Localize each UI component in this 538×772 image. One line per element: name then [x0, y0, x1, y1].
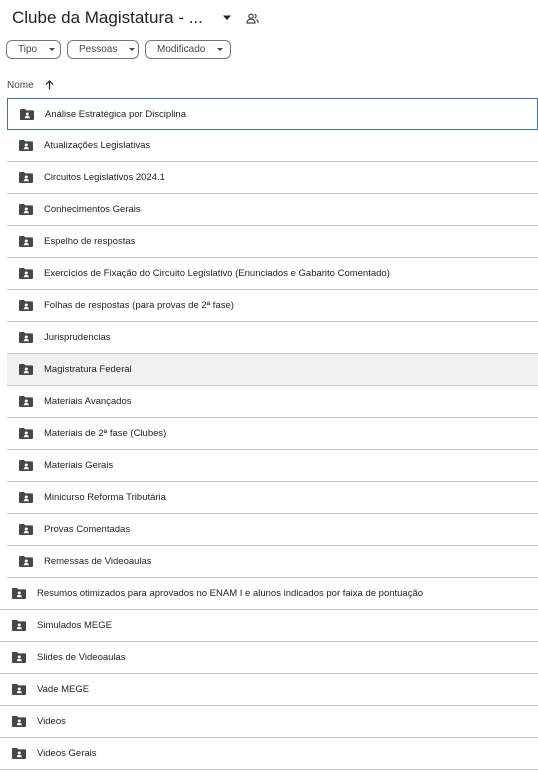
folder-name: Folhas de respostas (para provas de 2ª f…	[44, 300, 234, 311]
folder-row[interactable]: Videos	[0, 706, 538, 738]
shared-folder-icon	[19, 556, 33, 567]
arrow-up-icon[interactable]	[45, 80, 54, 90]
folder-row[interactable]: Remessas de Videoaulas	[7, 546, 538, 578]
folder-row[interactable]: Materiais Avançados	[7, 386, 538, 418]
filter-type-label: Tipo	[18, 44, 38, 55]
folder-name: Atualizações Legislativas	[44, 140, 151, 151]
folder-row[interactable]: Resumos otimizados para aprovados no ENA…	[0, 578, 538, 610]
shared-folder-icon	[12, 748, 26, 759]
shared-folder-icon	[19, 492, 33, 503]
folder-row[interactable]: Conhecimentos Gerais	[7, 194, 538, 226]
people-icon[interactable]	[243, 8, 263, 28]
shared-folder-icon	[19, 140, 33, 151]
caret-down-icon	[217, 48, 224, 51]
folder-name: Minicurso Reforma Tributária	[44, 492, 166, 503]
shared-folder-icon	[19, 204, 33, 215]
folder-name: Circuitos Legislativos 2024.1	[44, 172, 165, 183]
filter-people-chip[interactable]: Pessoas	[67, 40, 139, 59]
folder-row[interactable]: Espelho de respostas	[7, 226, 538, 258]
filter-bar: Tipo Pessoas Modificado	[6, 40, 231, 59]
filter-modified-label: Modificado	[157, 44, 206, 55]
column-name-label[interactable]: Nome	[7, 80, 34, 91]
folder-name: Materiais Gerais	[44, 460, 114, 471]
shared-folder-icon	[19, 236, 33, 247]
folder-row[interactable]: Provas Comentadas	[7, 514, 538, 546]
filter-modified-chip[interactable]: Modificado	[145, 40, 231, 59]
folder-name: Exercícios de Fixação do Circuito Legisl…	[44, 268, 390, 279]
shared-folder-icon	[19, 524, 33, 535]
folder-row[interactable]: Simulados MEGE	[0, 610, 538, 642]
folder-row[interactable]: Materiais Gerais	[7, 450, 538, 482]
folder-row[interactable]: Jurisprudencias	[7, 322, 538, 354]
shared-folder-icon	[19, 268, 33, 279]
filter-people-label: Pessoas	[79, 44, 118, 55]
folder-row[interactable]: Minicurso Reforma Tributária	[7, 482, 538, 514]
column-header: Nome	[7, 78, 54, 92]
folder-name: Slides de Videoaulas	[37, 652, 126, 663]
caret-down-icon[interactable]	[217, 8, 237, 28]
folder-row[interactable]: Circuitos Legislativos 2024.1	[7, 162, 538, 194]
caret-down-icon	[49, 48, 56, 51]
shared-folder-icon	[20, 108, 34, 120]
shared-folder-icon	[19, 172, 33, 183]
shared-folder-icon	[12, 716, 26, 727]
shared-folder-icon	[19, 300, 33, 311]
shared-folder-icon	[19, 364, 33, 375]
filter-type-chip[interactable]: Tipo	[6, 40, 61, 59]
folder-row[interactable]: Atualizações Legislativas	[7, 130, 538, 162]
shared-folder-icon	[12, 652, 26, 663]
folder-title[interactable]: Clube da Magistatura - ...	[12, 8, 203, 28]
folder-name: Conhecimentos Gerais	[44, 204, 141, 215]
shared-folder-icon	[19, 396, 33, 407]
shared-folder-icon	[19, 332, 33, 343]
folder-row[interactable]: Magistratura Federal	[7, 354, 538, 386]
folder-row[interactable]: Vade MEGE	[0, 674, 538, 706]
folder-name: Videos	[37, 716, 66, 727]
folder-name: Magistratura Federal	[44, 364, 132, 375]
shared-folder-icon	[12, 620, 26, 631]
folder-name: Análise Estratégica por Disciplina	[45, 108, 186, 120]
folder-name: Vade MEGE	[37, 684, 90, 695]
file-list: Análise Estratégica por Disciplina Atuali…	[0, 98, 538, 770]
shared-folder-icon	[12, 684, 26, 695]
folder-row[interactable]: Slides de Videoaulas	[0, 642, 538, 674]
folder-row[interactable]: Exercícios de Fixação do Circuito Legisl…	[7, 258, 538, 290]
folder-row[interactable]: Análise Estratégica por Disciplina	[7, 98, 538, 130]
shared-folder-icon	[19, 428, 33, 439]
folder-row[interactable]: Folhas de respostas (para provas de 2ª f…	[7, 290, 538, 322]
shared-folder-icon	[19, 460, 33, 471]
folder-name: Remessas de Videoaulas	[44, 556, 152, 567]
folder-name: Videos Gerais	[37, 748, 97, 759]
folder-row[interactable]: Materiais de 2ª fase (Clubes)	[7, 418, 538, 450]
folder-name: Jurisprudencias	[44, 332, 111, 343]
folder-name: Materiais de 2ª fase (Clubes)	[44, 428, 167, 439]
folder-name: Resumos otimizados para aprovados no ENA…	[37, 588, 424, 599]
page-header: Clube da Magistatura - ...	[12, 6, 263, 30]
folder-name: Simulados MEGE	[37, 620, 112, 631]
shared-folder-icon	[12, 588, 26, 599]
folder-name: Materiais Avançados	[44, 396, 132, 407]
caret-down-icon	[129, 48, 136, 51]
folder-name: Provas Comentadas	[44, 524, 131, 535]
folder-name: Espelho de respostas	[44, 236, 136, 247]
folder-row[interactable]: Videos Gerais	[0, 738, 538, 770]
